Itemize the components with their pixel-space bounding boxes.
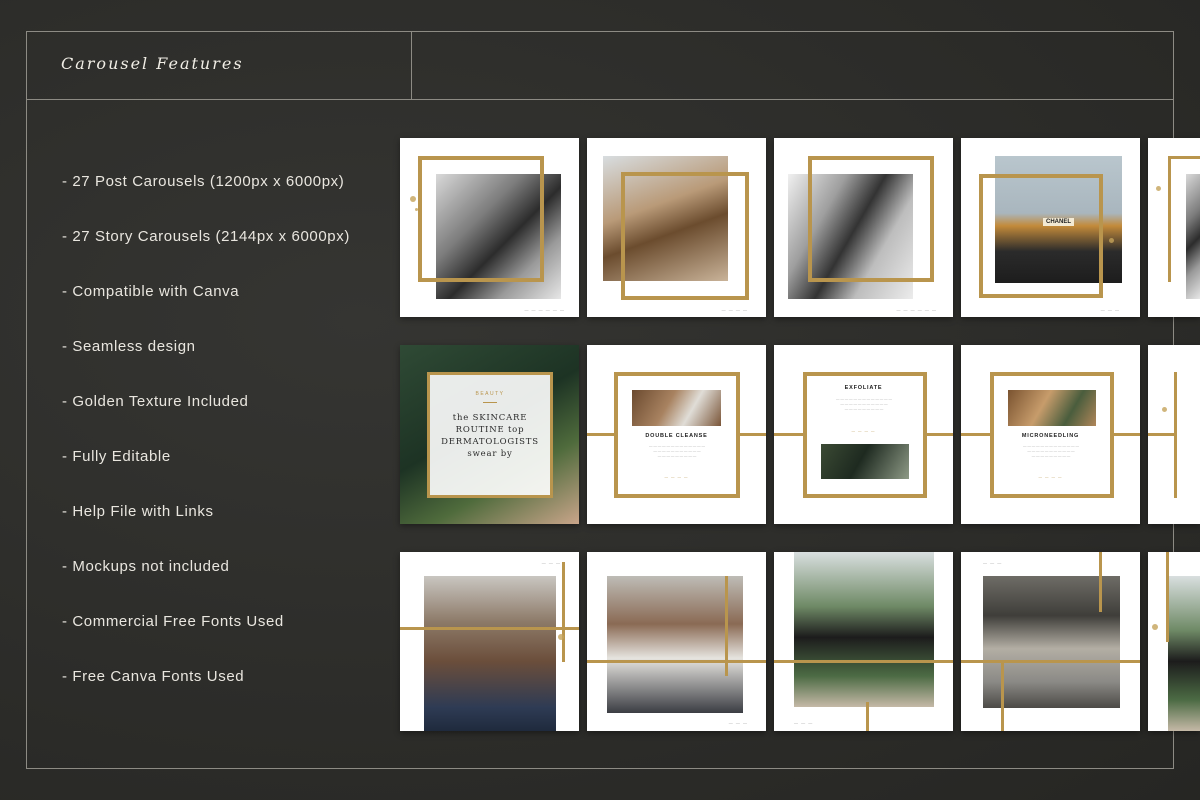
step-signature: — — — — xyxy=(664,475,689,479)
gold-line xyxy=(866,702,869,731)
gold-line xyxy=(400,627,579,630)
feature-item: - Commercial Free Fonts Used xyxy=(62,613,284,630)
gold-splash xyxy=(558,634,564,640)
header-divider-vertical xyxy=(411,31,412,100)
page-title: Carousel Features xyxy=(61,54,244,73)
gold-line xyxy=(1174,372,1177,498)
template-card: — — — — xyxy=(587,138,766,317)
gold-frame xyxy=(979,174,1103,298)
quote-divider xyxy=(483,402,497,403)
gold-splash xyxy=(415,208,418,211)
step-body: — — — — — — — — — — — — — — — — — — — — —… xyxy=(649,444,705,458)
gold-splash xyxy=(1152,624,1158,630)
photo-man-dreadlocks xyxy=(607,576,743,713)
gold-line xyxy=(562,562,565,662)
gold-line xyxy=(961,660,1140,663)
gold-line xyxy=(1168,156,1200,159)
step-title: DOUBLE CLEANSE xyxy=(645,433,708,439)
template-card: — — — xyxy=(400,552,579,731)
photo-man-greenhouse xyxy=(794,552,934,707)
feature-item: - 27 Post Carousels (1200px x 6000px) xyxy=(62,173,345,190)
step-card: MICRONEEDLING — — — — — — — — — — — — — —… xyxy=(961,345,1140,524)
gold-line xyxy=(1099,552,1102,612)
template-card-partial xyxy=(1148,345,1200,524)
gold-line xyxy=(1166,552,1169,642)
gold-splash xyxy=(1162,407,1167,412)
template-card: CHANEL — — — xyxy=(961,138,1140,317)
gold-line xyxy=(774,433,803,436)
quote-tag: BEAUTY xyxy=(475,391,505,397)
gold-frame xyxy=(418,156,544,282)
feature-item: - Help File with Links xyxy=(62,503,214,520)
gold-line xyxy=(927,433,953,436)
feature-item: - Seamless design xyxy=(62,338,196,355)
quote-text: the SKINCARE ROUTINE top DERMATOLOGISTS … xyxy=(441,413,539,459)
template-card: — — — xyxy=(587,552,766,731)
gold-splash xyxy=(410,196,416,202)
gold-splash xyxy=(1109,238,1114,243)
feature-item: - Golden Texture Included xyxy=(62,393,249,410)
feature-item: - Compatible with Canva xyxy=(62,283,240,300)
caption-line: — — — xyxy=(794,720,814,725)
quote-card: BEAUTY the SKINCARE ROUTINE top DERMATOL… xyxy=(400,345,579,524)
template-card: — — — xyxy=(961,552,1140,731)
feature-item: - Mockups not included xyxy=(62,558,230,575)
template-card: — — — — — — xyxy=(774,138,953,317)
gold-frame xyxy=(808,156,934,282)
quote-box: BEAUTY the SKINCARE ROUTINE top DERMATOL… xyxy=(427,372,553,498)
photo-cream-jar xyxy=(632,390,721,426)
caption-line: — — — xyxy=(983,560,1003,565)
caption-line: — — — — xyxy=(721,307,748,312)
feature-item: - 27 Story Carousels (2144px x 6000px) xyxy=(62,228,350,245)
gold-frame xyxy=(621,172,749,300)
photo-partial xyxy=(1186,174,1200,299)
gold-splash xyxy=(1156,186,1161,191)
template-card: — — — — — — xyxy=(400,138,579,317)
photo-tools xyxy=(1008,390,1096,426)
caption-line: — — — — — — xyxy=(524,307,565,312)
step-signature: — — — — xyxy=(1038,475,1063,479)
gold-line xyxy=(1168,156,1171,282)
step-card: DOUBLE CLEANSE — — — — — — — — — — — — —… xyxy=(587,345,766,524)
feature-item: - Fully Editable xyxy=(62,448,171,465)
step-signature: — — — — xyxy=(851,429,876,433)
caption-line: — — — xyxy=(1100,307,1120,312)
gold-line xyxy=(774,660,953,663)
step-body: — — — — — — — — — — — — — — — — — — — — —… xyxy=(836,397,892,411)
gold-line xyxy=(1148,433,1174,436)
feature-list: - 27 Post Carousels (1200px x 6000px) - … xyxy=(62,172,350,722)
caption-line: — — — — — — xyxy=(896,307,937,312)
header-divider-horizontal xyxy=(26,99,1174,100)
feature-item: - Free Canva Fonts Used xyxy=(62,668,245,685)
step-body: — — — — — — — — — — — — — — — — — — — — —… xyxy=(1023,444,1079,458)
gold-line xyxy=(587,660,766,663)
photo-partial xyxy=(1168,576,1200,731)
gold-line xyxy=(1001,660,1004,731)
photo-serum xyxy=(821,444,909,479)
step-title: MICRONEEDLING xyxy=(1021,433,1080,439)
step-title: EXFOLIATE xyxy=(844,385,883,391)
step-card: EXFOLIATE — — — — — — — — — — — — — — — —… xyxy=(774,345,953,524)
template-card-partial xyxy=(1148,138,1200,317)
caption-line: — — — xyxy=(541,560,561,565)
caption-line: — — — xyxy=(728,720,748,725)
gold-line xyxy=(725,576,728,676)
photo-woman-sweater xyxy=(424,576,556,731)
template-card: — — — xyxy=(774,552,953,731)
template-card-partial xyxy=(1148,552,1200,731)
